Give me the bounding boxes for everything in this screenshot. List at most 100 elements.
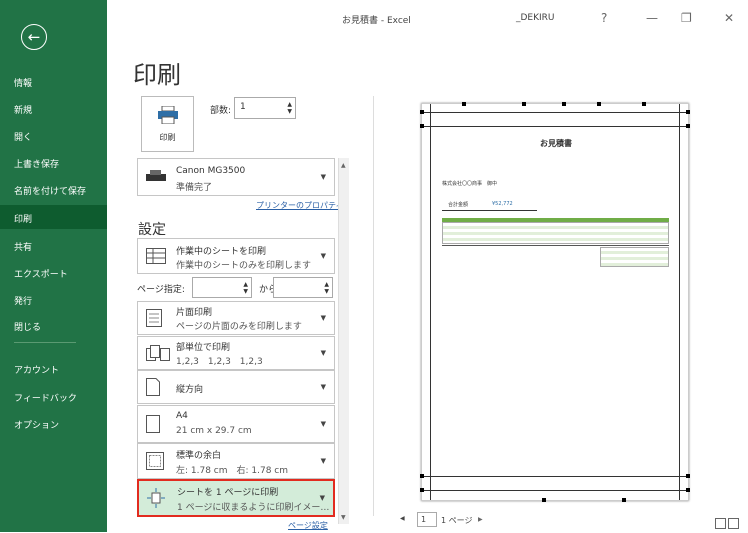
print-button-label: 印刷 [159, 132, 176, 142]
margin-guide [422, 112, 688, 113]
collate-sub: 1,2,3 1,2,3 1,2,3 [176, 357, 263, 367]
copies-value: 1 [240, 102, 246, 112]
margin-handle[interactable] [686, 488, 690, 492]
paper-size-sub: 21 cm x 29.7 cm [176, 426, 252, 436]
minimize-button[interactable]: — [646, 11, 658, 25]
printer-icon [157, 105, 178, 124]
chevron-down-icon: ▼ [319, 494, 325, 502]
margin-handle[interactable] [462, 102, 466, 106]
nav-divider [14, 342, 76, 343]
prev-page-icon[interactable]: ◀ [400, 515, 405, 522]
fit-to-page-icon [147, 488, 165, 508]
chevron-down-icon: ▼ [320, 349, 326, 357]
margin-handle[interactable] [686, 110, 690, 114]
margin-handle[interactable] [622, 498, 626, 502]
preview-rule [442, 210, 537, 211]
printer-name: Canon MG3500 [176, 166, 246, 176]
margin-guide [430, 104, 431, 500]
printer-device-icon [146, 170, 166, 181]
pages-from-input[interactable]: ▲ ▼ [192, 277, 252, 298]
margins-main: 標準の余白 [176, 451, 222, 461]
margin-guide [422, 126, 688, 127]
preview-company: 株式会社〇〇商事 御中 [442, 181, 498, 187]
margins-select[interactable]: 標準の余白 左: 1.78 cm 右: 1.78 cm ▼ [137, 443, 335, 479]
one-sided-page-icon [146, 309, 162, 327]
nav-info[interactable]: 情報 [14, 76, 32, 89]
printer-select[interactable]: Canon MG3500 準備完了 ▼ [137, 158, 335, 196]
nav-options[interactable]: オプション [14, 418, 59, 431]
nav-save[interactable]: 上書き保存 [14, 157, 59, 170]
collate-select[interactable]: 部単位で印刷 1,2,3 1,2,3 1,2,3 ▼ [137, 336, 335, 370]
collate-pages-icon [146, 345, 170, 361]
print-button[interactable]: 印刷 [141, 96, 194, 152]
print-scope-select[interactable]: 作業中のシートを印刷 作業中のシートのみを印刷します ▼ [137, 238, 335, 274]
preview-totals [600, 247, 669, 267]
spin-arrows-icon[interactable]: ▲ ▼ [324, 281, 329, 295]
scroll-up-icon[interactable]: ▲ [341, 162, 346, 169]
sides-select[interactable]: 片面印刷 ページの片面のみを印刷します ▼ [137, 301, 335, 335]
page-total: 1 ページ [441, 516, 473, 525]
margin-handle[interactable] [686, 474, 690, 478]
close-button[interactable]: ✕ [724, 11, 734, 25]
scaling-sub: 1 ページに収まるように印刷イメー… [177, 503, 330, 513]
show-margins-icon[interactable] [715, 518, 726, 529]
nav-account[interactable]: アカウント [14, 363, 59, 376]
nav-feedback[interactable]: フィードバック [14, 391, 77, 404]
settings-scrollbar[interactable]: ▲ ▼ [338, 158, 349, 524]
spin-arrows-icon[interactable]: ▲ ▼ [287, 101, 292, 115]
current-page-input[interactable]: 1 [417, 512, 437, 527]
margin-handle[interactable] [420, 474, 424, 478]
window-title: お見積書 - Excel [342, 16, 411, 26]
margin-handle[interactable] [642, 102, 646, 106]
nav-share[interactable]: 共有 [14, 240, 32, 253]
margin-handle[interactable] [420, 124, 424, 128]
next-page-icon[interactable]: ▶ [478, 516, 483, 523]
scroll-down-icon[interactable]: ▼ [341, 514, 346, 521]
preview-table-body [442, 222, 669, 244]
margin-handle[interactable] [542, 498, 546, 502]
scaling-select[interactable]: シートを 1 ページに印刷 1 ページに収まるように印刷イメー… ▼ [137, 479, 335, 517]
paper-size-select[interactable]: A4 21 cm x 29.7 cm ▼ [137, 405, 335, 443]
nav-print[interactable]: 印刷 [14, 212, 32, 225]
back-arrow-icon[interactable]: ← [21, 24, 47, 50]
margin-handle[interactable] [686, 124, 690, 128]
nav-publish[interactable]: 発行 [14, 294, 32, 307]
orientation-select[interactable]: 縦方向 ▼ [137, 370, 335, 404]
page-setup-link[interactable]: ページ設定 [288, 520, 328, 531]
zoom-to-page-icon[interactable] [728, 518, 739, 529]
preview-rule [442, 245, 669, 246]
copies-label: 部数: [210, 106, 232, 116]
printer-properties-link[interactable]: プリンターのプロパティ [256, 200, 344, 211]
help-button[interactable]: ? [601, 11, 607, 25]
margin-handle[interactable] [562, 102, 566, 106]
settings-heading: 設定 [138, 222, 166, 238]
nav-new[interactable]: 新規 [14, 103, 32, 116]
preview-amount-label: 合計金額 [448, 202, 469, 208]
orientation-value: 縦方向 [176, 385, 204, 395]
printer-status: 準備完了 [176, 183, 213, 193]
margin-handle[interactable] [420, 488, 424, 492]
user-name[interactable]: _DEKIRU [516, 13, 555, 23]
nav-save-as[interactable]: 名前を付けて保存 [14, 184, 86, 197]
chevron-down-icon: ▼ [320, 252, 326, 260]
scaling-main: シートを 1 ページに印刷 [177, 488, 279, 498]
pages-to-input[interactable]: ▲ ▼ [273, 277, 333, 298]
sheet-icon [146, 248, 166, 264]
nav-close[interactable]: 閉じる [14, 320, 41, 333]
chevron-down-icon: ▼ [320, 457, 326, 465]
margin-handle[interactable] [522, 102, 526, 106]
margin-handle[interactable] [597, 102, 601, 106]
panel-divider [373, 96, 374, 516]
sides-sub: ページの片面のみを印刷します [176, 322, 302, 332]
copies-input[interactable]: 1 ▲ ▼ [234, 97, 296, 119]
margins-sub: 左: 1.78 cm 右: 1.78 cm [176, 466, 289, 476]
restore-button[interactable]: ❐ [681, 11, 692, 25]
page-title: 印刷 [133, 61, 181, 89]
nav-open[interactable]: 開く [14, 130, 32, 143]
pages-label: ページ指定: [137, 285, 185, 295]
paper-size-main: A4 [176, 411, 188, 421]
portrait-page-icon [146, 378, 160, 396]
margin-handle[interactable] [420, 110, 424, 114]
spin-arrows-icon[interactable]: ▲ ▼ [243, 281, 248, 295]
nav-export[interactable]: エクスポート [14, 267, 68, 280]
